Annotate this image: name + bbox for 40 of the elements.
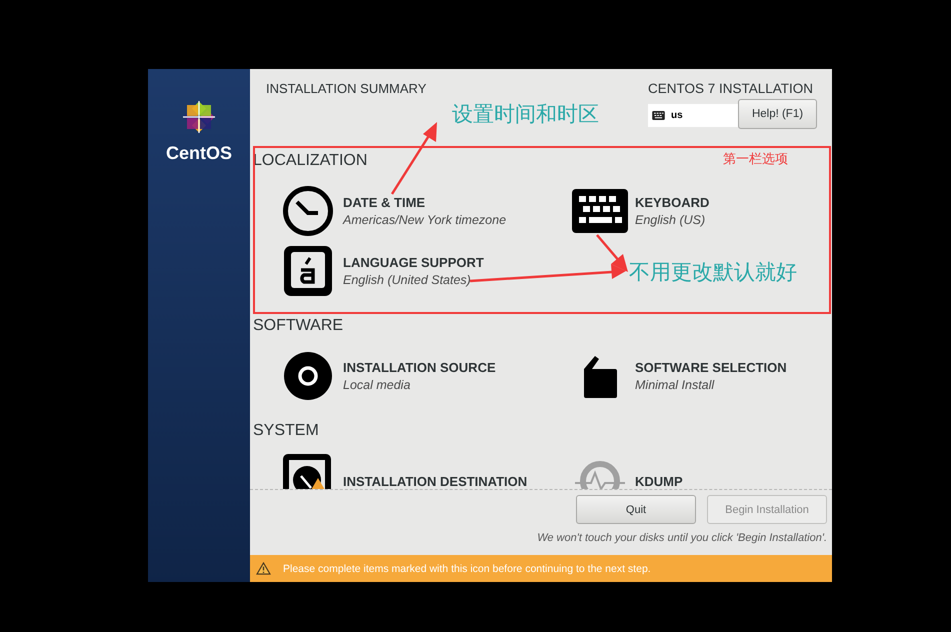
package-icon (582, 353, 618, 399)
logo-text: CentOS (166, 143, 232, 164)
spoke-title: INSTALLATION DESTINATION (343, 474, 528, 488)
section-heading: SYSTEM (253, 421, 319, 441)
annotation-text: 不用更改默认就好 (629, 260, 797, 286)
hub-spoke[interactable]: INSTALLATION DESTINATION (253, 455, 545, 489)
warning-icon (311, 478, 325, 489)
language-icon (284, 246, 332, 296)
hub-spoke[interactable]: LANGUAGE SUPPORT English (United States) (253, 245, 545, 297)
warning-icon (256, 562, 271, 575)
clock-icon (282, 185, 334, 237)
product-title: CENTOS 7 INSTALLATION (648, 81, 814, 97)
keyboard-icon (652, 111, 665, 120)
spoke-title: SOFTWARE SELECTION (635, 360, 787, 375)
spoke-title: LANGUAGE SUPPORT (343, 255, 484, 270)
spoke-title: DATE & TIME (343, 195, 426, 210)
spoke-title: KDUMP (635, 474, 683, 488)
annotation-label: 第一栏选项 (723, 150, 788, 168)
warning-message: Please complete items marked with this icon before continuing to the next step. (283, 562, 651, 574)
annotation-text: 设置时间和时区 (452, 102, 599, 128)
section-heading: SOFTWARE (253, 316, 344, 336)
page-title: INSTALLATION SUMMARY (266, 81, 426, 97)
spoke-title: KEYBOARD (635, 195, 710, 210)
section-heading: LOCALIZATION (253, 151, 368, 171)
hub-spoke[interactable]: SOFTWARE SELECTION Minimal Install (545, 350, 827, 402)
spoke-status: Local media (343, 378, 412, 392)
help-button[interactable]: Help! (F1) (738, 99, 817, 129)
keyboard-icon (572, 189, 628, 233)
spoke-title: INSTALLATION SOURCE (343, 360, 496, 375)
disc-icon (283, 351, 333, 401)
hub-spoke[interactable]: INSTALLATION SOURCE Local media (253, 350, 545, 402)
hub-spoke[interactable]: KEYBOARD English (US) (545, 185, 827, 237)
action-button[interactable]: Quit (576, 495, 696, 524)
hub-spoke[interactable]: DATE & TIME Americas/New York timezone (253, 185, 545, 237)
spoke-status: English (US) (635, 213, 706, 227)
spoke-status: Minimal Install (635, 378, 716, 392)
keyboard-layout-field[interactable]: us (648, 104, 738, 127)
spoke-status: Americas/New York timezone (343, 213, 506, 227)
footer-note: We won't touch your disks until you click 'Begin Installation'. (537, 532, 827, 544)
spoke-status: English (United States) (343, 273, 472, 287)
